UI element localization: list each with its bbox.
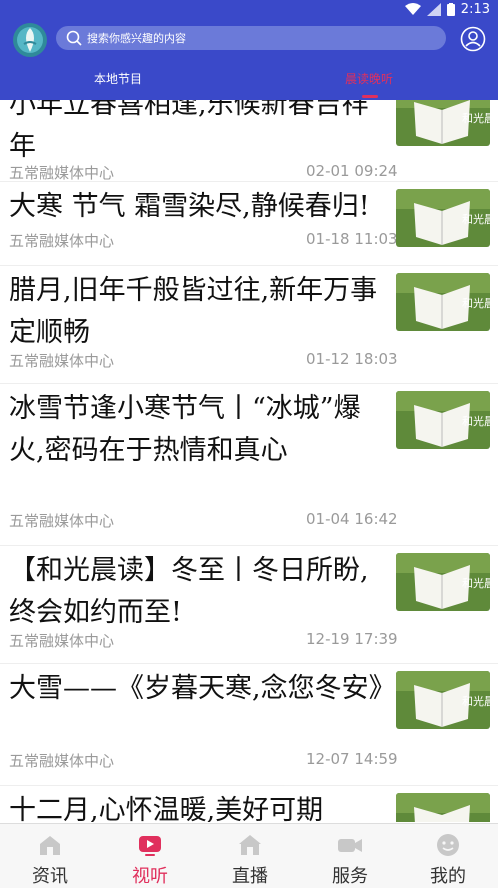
list-item[interactable]: 【和光晨读】冬至丨冬日所盼,终会如约而至! 五常融媒体中心 12-19 17:3… xyxy=(0,546,498,664)
article-title: 大寒 节气 霜雪染尽,静候春归! xyxy=(9,191,370,222)
article-list-container[interactable]: 小年立春喜相逢,乐候新春吉祥年 五常融媒体中心 02-01 09:24 和光晨读… xyxy=(0,100,498,822)
article-source: 五常融媒体中心 xyxy=(9,164,115,182)
thumb-caption: 和光晨读 xyxy=(462,576,490,590)
nav-audio-video-label: 视听 xyxy=(132,866,168,887)
article-title: 大雪——《岁暮天寒,念您冬安》 xyxy=(9,673,396,704)
home-icon xyxy=(40,836,60,855)
status-bar: 2:13 xyxy=(0,0,498,20)
tab-indicator xyxy=(362,95,378,98)
article-title: 小年立春喜相逢,乐候新春吉祥年 xyxy=(9,100,369,162)
nav-live-label: 直播 xyxy=(232,866,268,887)
list-item[interactable]: 腊月,旧年千般皆过往,新年万事定顺畅 五常融媒体中心 01-12 18:03 和… xyxy=(0,266,498,384)
search-icon xyxy=(66,30,82,46)
article-thumbnail: 和光晨读 xyxy=(396,273,490,331)
article-time: 12-07 14:59 xyxy=(306,750,398,768)
thumb-caption: 和光晨读 xyxy=(462,111,490,125)
article-title: 【和光晨读】冬至丨冬日所盼,终会如约而至! xyxy=(9,555,369,628)
list-item[interactable]: 冰雪节逢小寒节气丨“冰城”爆火,密码在于热情和真心 五常融媒体中心 01-04 … xyxy=(0,384,498,546)
book-image-icon: 和光晨读 xyxy=(396,189,490,247)
list-item[interactable]: 大寒 节气 霜雪染尽,静候春归! 五常融媒体中心 01-18 11:03 和光晨… xyxy=(0,182,498,266)
book-image-icon: 和光晨读 xyxy=(396,671,490,729)
article-source: 五常融媒体中心 xyxy=(9,232,115,250)
article-source: 五常融媒体中心 xyxy=(9,752,115,770)
article-time: 02-01 09:24 xyxy=(306,162,398,180)
nav-mine-label: 我的 xyxy=(430,866,466,887)
article-thumbnail: 和光晨读 xyxy=(396,671,490,729)
article-thumbnail xyxy=(396,793,490,822)
tab-local-programs[interactable]: 本地节目 xyxy=(94,70,142,87)
nav-mine[interactable]: 我的 xyxy=(398,824,498,888)
battery-icon xyxy=(446,3,455,16)
article-list: 小年立春喜相逢,乐候新春吉祥年 五常融媒体中心 02-01 09:24 和光晨读… xyxy=(0,100,498,822)
nav-news-label: 资讯 xyxy=(32,866,68,887)
signal-icon xyxy=(426,3,441,16)
article-thumbnail: 和光晨读 xyxy=(396,553,490,611)
article-time: 01-04 16:42 xyxy=(306,510,398,528)
article-source: 五常融媒体中心 xyxy=(9,352,115,370)
list-item[interactable]: 小年立春喜相逢,乐候新春吉祥年 五常融媒体中心 02-01 09:24 和光晨读 xyxy=(0,100,498,182)
status-icons: 2:13 xyxy=(404,2,490,17)
nav-audio-video[interactable]: 视听 xyxy=(100,824,200,888)
bottom-navigation: 资讯 视听 直播 服务 我的 xyxy=(0,823,498,888)
article-title: 腊月,旧年千般皆过往,新年万事定顺畅 xyxy=(9,275,378,348)
article-time: 12-19 17:39 xyxy=(306,630,398,648)
video-camera-icon xyxy=(338,839,362,852)
house-live-icon xyxy=(239,835,261,855)
thumb-caption: 和光晨读 xyxy=(462,296,490,310)
thumb-caption: 和光晨读 xyxy=(462,414,490,428)
list-item[interactable]: 十二月,心怀温暖,美好可期 xyxy=(0,786,498,822)
article-thumbnail: 和光晨读 xyxy=(396,391,490,449)
article-source: 五常融媒体中心 xyxy=(9,512,115,530)
article-title: 十二月,心怀温暖,美好可期 xyxy=(9,795,324,822)
nav-service-label: 服务 xyxy=(332,866,368,887)
face-icon xyxy=(437,834,459,856)
thumb-caption: 和光晨读 xyxy=(462,212,490,226)
tab-morning-reading[interactable]: 晨读晚听 xyxy=(345,70,393,87)
book-image-icon: 和光晨读 xyxy=(396,100,490,146)
nav-service[interactable]: 服务 xyxy=(300,824,400,888)
book-image-icon: 和光晨读 xyxy=(396,273,490,331)
book-image-icon xyxy=(396,793,490,822)
book-image-icon: 和光晨读 xyxy=(396,391,490,449)
wifi-icon xyxy=(404,3,421,15)
nav-news[interactable]: 资讯 xyxy=(0,824,100,888)
app-logo-icon[interactable] xyxy=(12,22,48,58)
book-image-icon: 和光晨读 xyxy=(396,553,490,611)
article-source: 五常融媒体中心 xyxy=(9,632,115,650)
thumb-caption: 和光晨读 xyxy=(462,694,490,708)
nav-live[interactable]: 直播 xyxy=(200,824,300,888)
user-profile-icon[interactable] xyxy=(460,26,486,52)
article-thumbnail: 和光晨读 xyxy=(396,189,490,247)
article-time: 01-12 18:03 xyxy=(306,350,398,368)
tab-bar: 本地节目 晨读晚听 xyxy=(0,66,498,100)
article-thumbnail: 和光晨读 xyxy=(396,100,490,146)
search-placeholder: 搜索你感兴趣的内容 xyxy=(87,32,186,45)
status-time: 2:13 xyxy=(460,2,490,17)
search-bar[interactable]: 搜索你感兴趣的内容 xyxy=(56,26,446,50)
app-header: 搜索你感兴趣的内容 本地节目 晨读晚听 xyxy=(0,20,498,100)
list-item[interactable]: 大雪——《岁暮天寒,念您冬安》 五常融媒体中心 12-07 14:59 和光晨读 xyxy=(0,664,498,786)
play-icon xyxy=(139,836,161,856)
article-time: 01-18 11:03 xyxy=(306,230,398,248)
article-title: 冰雪节逢小寒节气丨“冰城”爆火,密码在于热情和真心 xyxy=(9,393,361,466)
